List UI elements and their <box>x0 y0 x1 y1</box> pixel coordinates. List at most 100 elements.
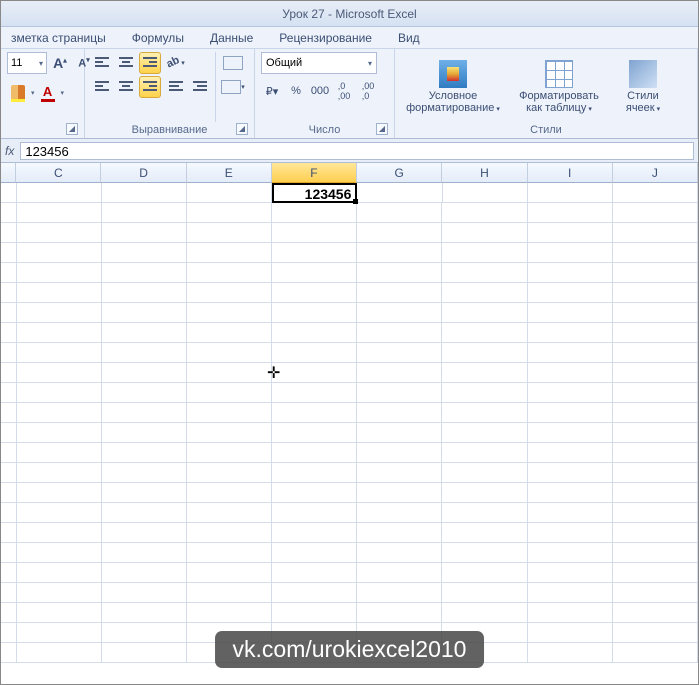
cell[interactable] <box>102 463 187 483</box>
cell[interactable] <box>17 463 102 483</box>
formula-input[interactable]: 123456 <box>20 142 694 160</box>
col-header-D[interactable]: D <box>101 163 186 183</box>
cell[interactable] <box>528 343 613 363</box>
cell[interactable] <box>528 643 613 663</box>
cell[interactable] <box>17 183 102 203</box>
cell[interactable] <box>102 183 187 203</box>
cell[interactable] <box>442 563 527 583</box>
cell[interactable] <box>442 423 527 443</box>
font-size-dropdown[interactable]: 11 ▾ <box>7 52 47 74</box>
cell[interactable] <box>357 423 442 443</box>
cell[interactable] <box>272 363 357 383</box>
cell[interactable] <box>17 243 102 263</box>
cell[interactable] <box>442 203 527 223</box>
cell[interactable] <box>613 263 698 283</box>
col-header-E[interactable]: E <box>187 163 272 183</box>
merge-center-button[interactable]: ▾ <box>220 76 246 98</box>
cell[interactable] <box>357 403 442 423</box>
cell[interactable] <box>528 503 613 523</box>
cell[interactable] <box>613 523 698 543</box>
cell[interactable] <box>613 483 698 503</box>
cell[interactable] <box>17 623 102 643</box>
cell[interactable] <box>272 323 357 343</box>
align-bottom-button[interactable] <box>139 52 161 74</box>
cell[interactable] <box>17 563 102 583</box>
cell[interactable] <box>613 583 698 603</box>
cell[interactable] <box>187 283 272 303</box>
cell[interactable] <box>357 203 442 223</box>
cell[interactable] <box>613 543 698 563</box>
align-left-button[interactable] <box>91 76 113 98</box>
percent-format-button[interactable]: % <box>285 80 307 102</box>
cell[interactable] <box>272 403 357 423</box>
cell[interactable] <box>187 523 272 543</box>
fx-icon[interactable]: fx <box>5 144 14 158</box>
cell[interactable] <box>442 543 527 563</box>
cell[interactable] <box>528 363 613 383</box>
cell[interactable] <box>187 263 272 283</box>
cell[interactable] <box>442 223 527 243</box>
cell[interactable] <box>613 323 698 343</box>
cell[interactable] <box>528 463 613 483</box>
cell[interactable] <box>613 223 698 243</box>
cell[interactable] <box>528 523 613 543</box>
cell[interactable] <box>102 303 187 323</box>
cell[interactable] <box>187 603 272 623</box>
decrease-indent-button[interactable] <box>165 76 187 98</box>
cell[interactable] <box>442 443 527 463</box>
cell[interactable] <box>442 383 527 403</box>
cell[interactable] <box>357 243 442 263</box>
cell[interactable] <box>102 363 187 383</box>
cell[interactable] <box>443 183 528 203</box>
cell[interactable] <box>102 223 187 243</box>
cell[interactable] <box>613 403 698 423</box>
tab-data[interactable]: Данные <box>210 31 253 45</box>
cell[interactable] <box>613 503 698 523</box>
cell[interactable] <box>102 403 187 423</box>
cell[interactable] <box>357 543 442 563</box>
cell[interactable] <box>187 483 272 503</box>
cell[interactable] <box>187 583 272 603</box>
cell[interactable] <box>102 483 187 503</box>
cell[interactable] <box>357 323 442 343</box>
conditional-formatting-button[interactable]: Условное форматирование▾ <box>401 52 505 122</box>
cell[interactable] <box>272 543 357 563</box>
cell[interactable] <box>528 603 613 623</box>
cell[interactable] <box>102 603 187 623</box>
font-dialog-launcher[interactable]: ◢ <box>66 123 78 135</box>
col-header-I[interactable]: I <box>528 163 613 183</box>
cell[interactable] <box>17 583 102 603</box>
cell[interactable] <box>613 423 698 443</box>
cell[interactable] <box>442 363 527 383</box>
cell[interactable] <box>528 283 613 303</box>
cell[interactable] <box>528 383 613 403</box>
font-color-button[interactable]: A <box>37 82 59 104</box>
cell[interactable] <box>272 303 357 323</box>
worksheet[interactable]: C D E F G H I J 123456 ✛ <box>1 163 698 663</box>
cell[interactable] <box>187 443 272 463</box>
cell[interactable] <box>613 623 698 643</box>
cell[interactable] <box>187 203 272 223</box>
active-cell[interactable]: 123456 <box>272 183 357 203</box>
cell[interactable] <box>102 443 187 463</box>
accounting-format-button[interactable]: ₽▾ <box>261 80 283 102</box>
cell[interactable] <box>272 503 357 523</box>
cell[interactable] <box>357 263 442 283</box>
cell[interactable] <box>17 323 102 343</box>
cell[interactable] <box>442 523 527 543</box>
tab-page-layout[interactable]: зметка страницы <box>11 31 106 45</box>
cell[interactable] <box>613 243 698 263</box>
cell[interactable] <box>613 363 698 383</box>
cell[interactable] <box>17 543 102 563</box>
cell[interactable] <box>187 543 272 563</box>
comma-format-button[interactable]: 000 <box>309 80 331 102</box>
col-header-G[interactable]: G <box>357 163 442 183</box>
cell[interactable] <box>272 483 357 503</box>
align-center-button[interactable] <box>115 76 137 98</box>
cell[interactable] <box>613 603 698 623</box>
cell[interactable] <box>272 603 357 623</box>
cell[interactable] <box>17 283 102 303</box>
cell[interactable] <box>528 323 613 343</box>
cell[interactable] <box>613 643 698 663</box>
cell[interactable] <box>613 383 698 403</box>
